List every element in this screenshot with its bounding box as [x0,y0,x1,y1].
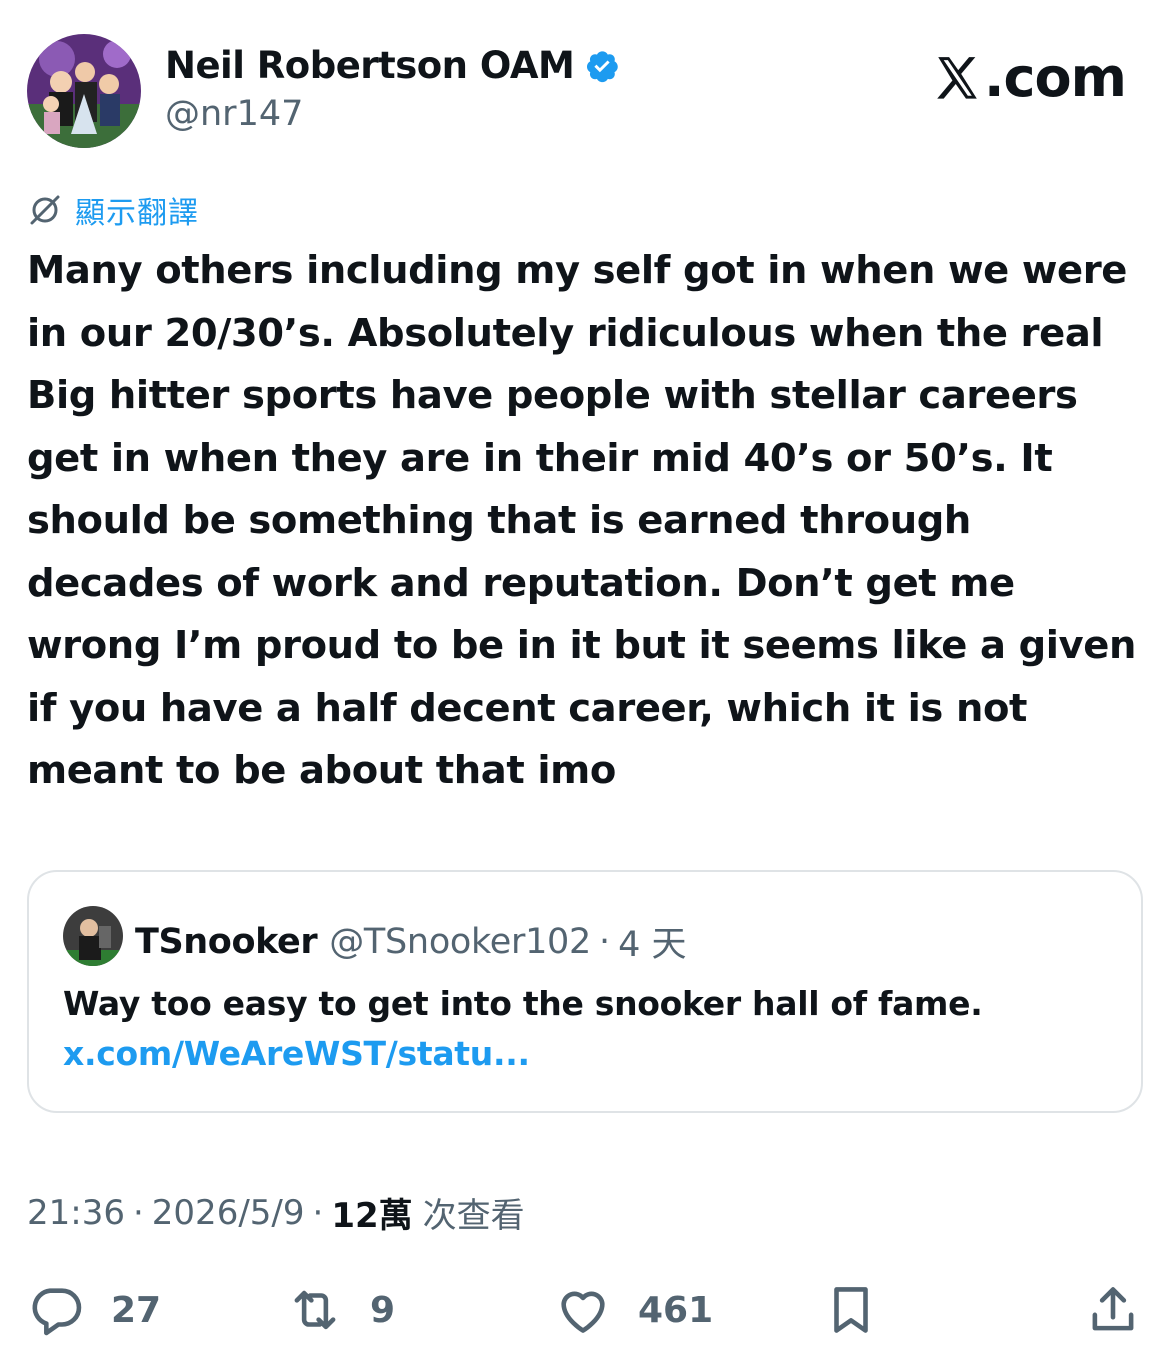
quoted-author-handle[interactable]: @TSnooker102 [329,922,591,962]
quoted-tweet-text: Way too easy to get into the snooker hal… [63,984,983,1023]
translate-icon [30,195,60,225]
author-name-row[interactable]: Neil Robertson OAM [165,44,620,87]
quoted-timestamp[interactable]: 4 天 [618,916,686,967]
view-count: 12萬 [331,1196,413,1236]
action-bar: 27 9 461 [0,1280,1170,1340]
quoted-tweet-header: TSnooker @TSnooker102 · 4 天 [135,916,687,967]
heart-icon [561,1291,605,1333]
reply-count: 27 [111,1289,162,1331]
repost-count: 9 [370,1289,396,1331]
meta-separator: · [132,1192,144,1233]
avatar-photo [27,34,141,148]
tweet-text: Many others including my self got in whe… [27,248,1136,793]
show-translation-link[interactable]: 顯示翻譯 [27,188,199,232]
quoted-avatar-photo [63,906,123,966]
repost-icon [294,1290,336,1330]
x-brand-text: .com [984,46,1127,109]
meta-separator: · [312,1192,324,1233]
quoted-tweet-card[interactable]: TSnooker @TSnooker102 · 4 天 Way too easy… [27,870,1143,1113]
like-count: 461 [638,1289,714,1331]
x-logo-icon [937,56,977,99]
author-name[interactable]: Neil Robertson OAM [165,44,575,87]
repost-button[interactable]: 9 [286,1280,395,1340]
quoted-author-name[interactable]: TSnooker [135,922,318,962]
author-handle[interactable]: @nr147 [165,94,303,134]
view-count-label: 次查看 [422,1196,525,1236]
tweet-metadata: 21:36 · 2026/5/9 · 12萬 次查看 [27,1188,525,1237]
tweet-time[interactable]: 21:36 [27,1193,125,1233]
reply-icon [32,1288,82,1336]
reply-button[interactable]: 27 [27,1280,161,1340]
bookmark-icon [834,1287,868,1333]
share-icon [1092,1287,1134,1331]
quoted-separator: · [599,921,611,962]
author-avatar[interactable] [27,34,141,148]
show-translation-label[interactable]: 顯示翻譯 [75,188,199,232]
tweet-date[interactable]: 2026/5/9 [152,1193,305,1233]
verified-badge-icon [584,48,620,84]
like-button[interactable]: 461 [554,1280,713,1340]
x-brand: .com [932,46,1127,109]
quoted-tweet-link[interactable]: x.com/WeAreWST/statu... [63,1034,530,1073]
quoted-author-avatar[interactable] [63,906,123,966]
bookmark-button[interactable] [822,1280,880,1340]
share-button[interactable] [1084,1280,1142,1340]
